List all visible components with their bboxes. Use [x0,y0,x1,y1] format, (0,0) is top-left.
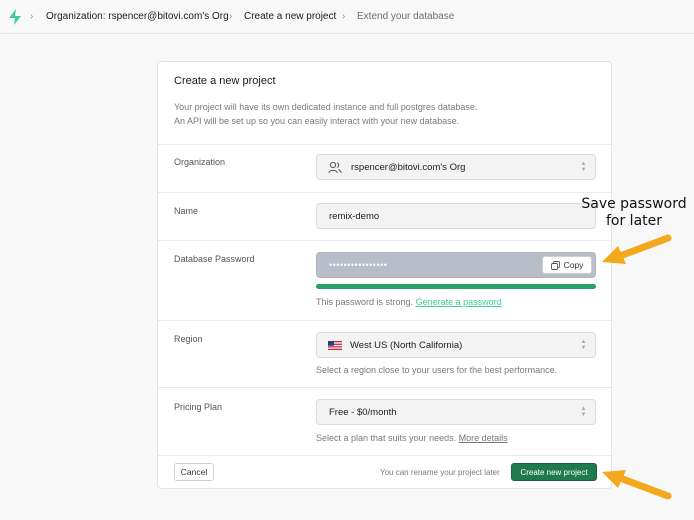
database-password-input[interactable]: •••••••••••••••• Copy [316,252,596,278]
select-arrows-icon: ▲ ▼ [580,339,587,351]
name-value: remix-demo [329,211,380,222]
copy-button-label: Copy [563,260,584,270]
password-strength-bar [316,284,596,289]
chevron-right-icon: › [229,11,233,22]
card-description: Your project will have its own dedicated… [174,100,477,128]
divider [158,387,611,388]
pricing-help-sentence: Select a plan that suits your needs. [316,433,457,443]
supabase-logo-icon[interactable] [8,9,22,25]
region-select[interactable]: West US (North California) ▲ ▼ [316,332,596,358]
breadcrumb-extend-database: Extend your database [357,11,455,22]
select-arrows-icon: ▲ ▼ [580,406,587,418]
organization-label: Organization [174,157,226,167]
copy-icon [550,260,560,270]
annotation-arrow-icon [602,470,672,500]
name-label: Name [174,206,199,216]
rename-note: You can rename your project later [380,468,500,477]
annotation-text: Save password for later [580,196,688,230]
divider [158,144,611,145]
annotation-line: for later [605,213,663,229]
card-description-line: Your project will have its own dedicated… [174,102,478,112]
annotation-arrow-icon [602,234,672,264]
password-strength-text: This password is strong. [316,297,414,307]
top-bar: › Organization: rspencer@bitovi.com's Or… [0,0,694,34]
name-input[interactable]: remix-demo [316,203,596,229]
region-value: West US (North California) [350,340,463,351]
region-help-text: Select a region close to your users for … [316,365,558,375]
pricing-plan-select[interactable]: Free - $0/month ▲ ▼ [316,399,596,425]
annotation-line: Save password [581,196,687,212]
password-help-text: This password is strong. Generate a pass… [316,297,502,307]
organization-select[interactable]: rspencer@bitovi.com's Org ▲ ▼ [316,154,596,180]
cancel-button[interactable]: Cancel [174,463,214,481]
us-flag-icon [328,341,342,350]
breadcrumb-organization[interactable]: Organization: rspencer@bitovi.com's Org [46,11,229,22]
more-details-link[interactable]: More details [459,433,508,443]
card-description-line: An API will be set up so you can easily … [174,116,460,126]
breadcrumb-create-project[interactable]: Create a new project [244,11,336,22]
copy-password-button[interactable]: Copy [542,256,592,274]
divider [158,240,611,241]
database-password-label: Database Password [174,254,255,264]
pricing-help-text: Select a plan that suits your needs. Mor… [316,433,508,443]
divider [158,455,611,456]
pricing-plan-value: Free - $0/month [329,407,397,418]
generate-password-link[interactable]: Generate a password [416,297,502,307]
divider [158,320,611,321]
chevron-right-icon: › [30,11,34,22]
chevron-right-icon: › [342,11,346,22]
pricing-plan-label: Pricing Plan [174,402,223,412]
region-label: Region [174,334,203,344]
select-arrows-icon: ▲ ▼ [580,161,587,173]
users-icon [328,161,342,174]
create-project-card: Create a new project Your project will h… [157,61,612,489]
card-title: Create a new project [174,75,276,87]
divider [158,192,611,193]
create-project-button[interactable]: Create new project [511,463,597,481]
password-value: •••••••••••••••• [329,260,388,270]
organization-value: rspencer@bitovi.com's Org [351,162,466,173]
